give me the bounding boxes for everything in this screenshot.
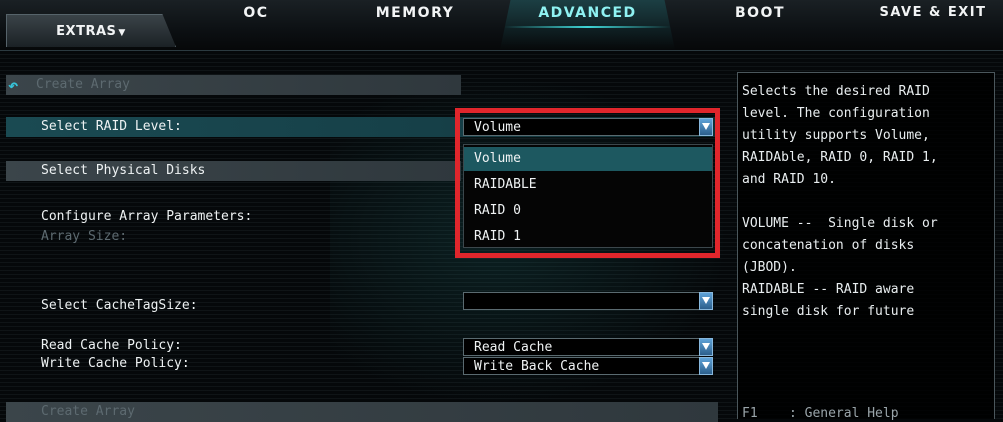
select-raid-level-label: Select RAID Level:	[41, 119, 182, 134]
write-cache-policy-label: Write Cache Policy:	[41, 356, 190, 371]
tab-boot[interactable]: BOOT	[730, 0, 790, 50]
read-cache-select[interactable]: Read Cache	[463, 338, 713, 356]
read-cache-value: Read Cache	[474, 340, 553, 355]
create-array-top-label: Create Array	[36, 77, 130, 92]
read-cache-policy-label: Read Cache Policy:	[41, 338, 182, 353]
dropdown-arrow-icon[interactable]	[699, 292, 713, 310]
tab-advanced[interactable]: ADVANCED	[500, 0, 675, 50]
chevron-down-icon: ▼	[118, 28, 126, 38]
create-array-bottom-label: Create Array	[41, 404, 135, 419]
write-cache-select[interactable]: Write Back Cache	[463, 357, 713, 375]
write-cache-value: Write Back Cache	[474, 359, 600, 374]
tab-save-exit[interactable]: SAVE & EXIT	[868, 0, 998, 50]
dropdown-arrow-icon[interactable]	[699, 357, 713, 375]
tab-oc[interactable]: OC	[226, 0, 286, 50]
array-size-label: Array Size:	[41, 229, 128, 244]
tab-extras-label: EXTRAS	[56, 24, 117, 39]
dropdown-arrow-icon[interactable]	[699, 338, 713, 356]
select-physical-disks-label: Select Physical Disks	[41, 163, 206, 178]
tab-memory[interactable]: MEMORY	[365, 0, 465, 50]
cachetagsize-select[interactable]	[463, 292, 713, 310]
tab-extras[interactable]: EXTRAS ▼	[6, 14, 176, 47]
back-arrow-icon[interactable]: ↶	[8, 78, 30, 95]
configure-array-parameters-label: Configure Array Parameters:	[41, 209, 253, 224]
red-highlight-box	[455, 108, 720, 258]
top-nav-bar: EXTRAS ▼ OC MEMORY ADVANCED BOOT SAVE & E…	[0, 0, 1003, 51]
select-cachetagsize-label: Select CacheTagSize:	[41, 298, 198, 313]
help-panel: Selects the desired RAID level. The conf…	[737, 72, 995, 421]
help-text: Selects the desired RAID level. The conf…	[742, 84, 938, 319]
